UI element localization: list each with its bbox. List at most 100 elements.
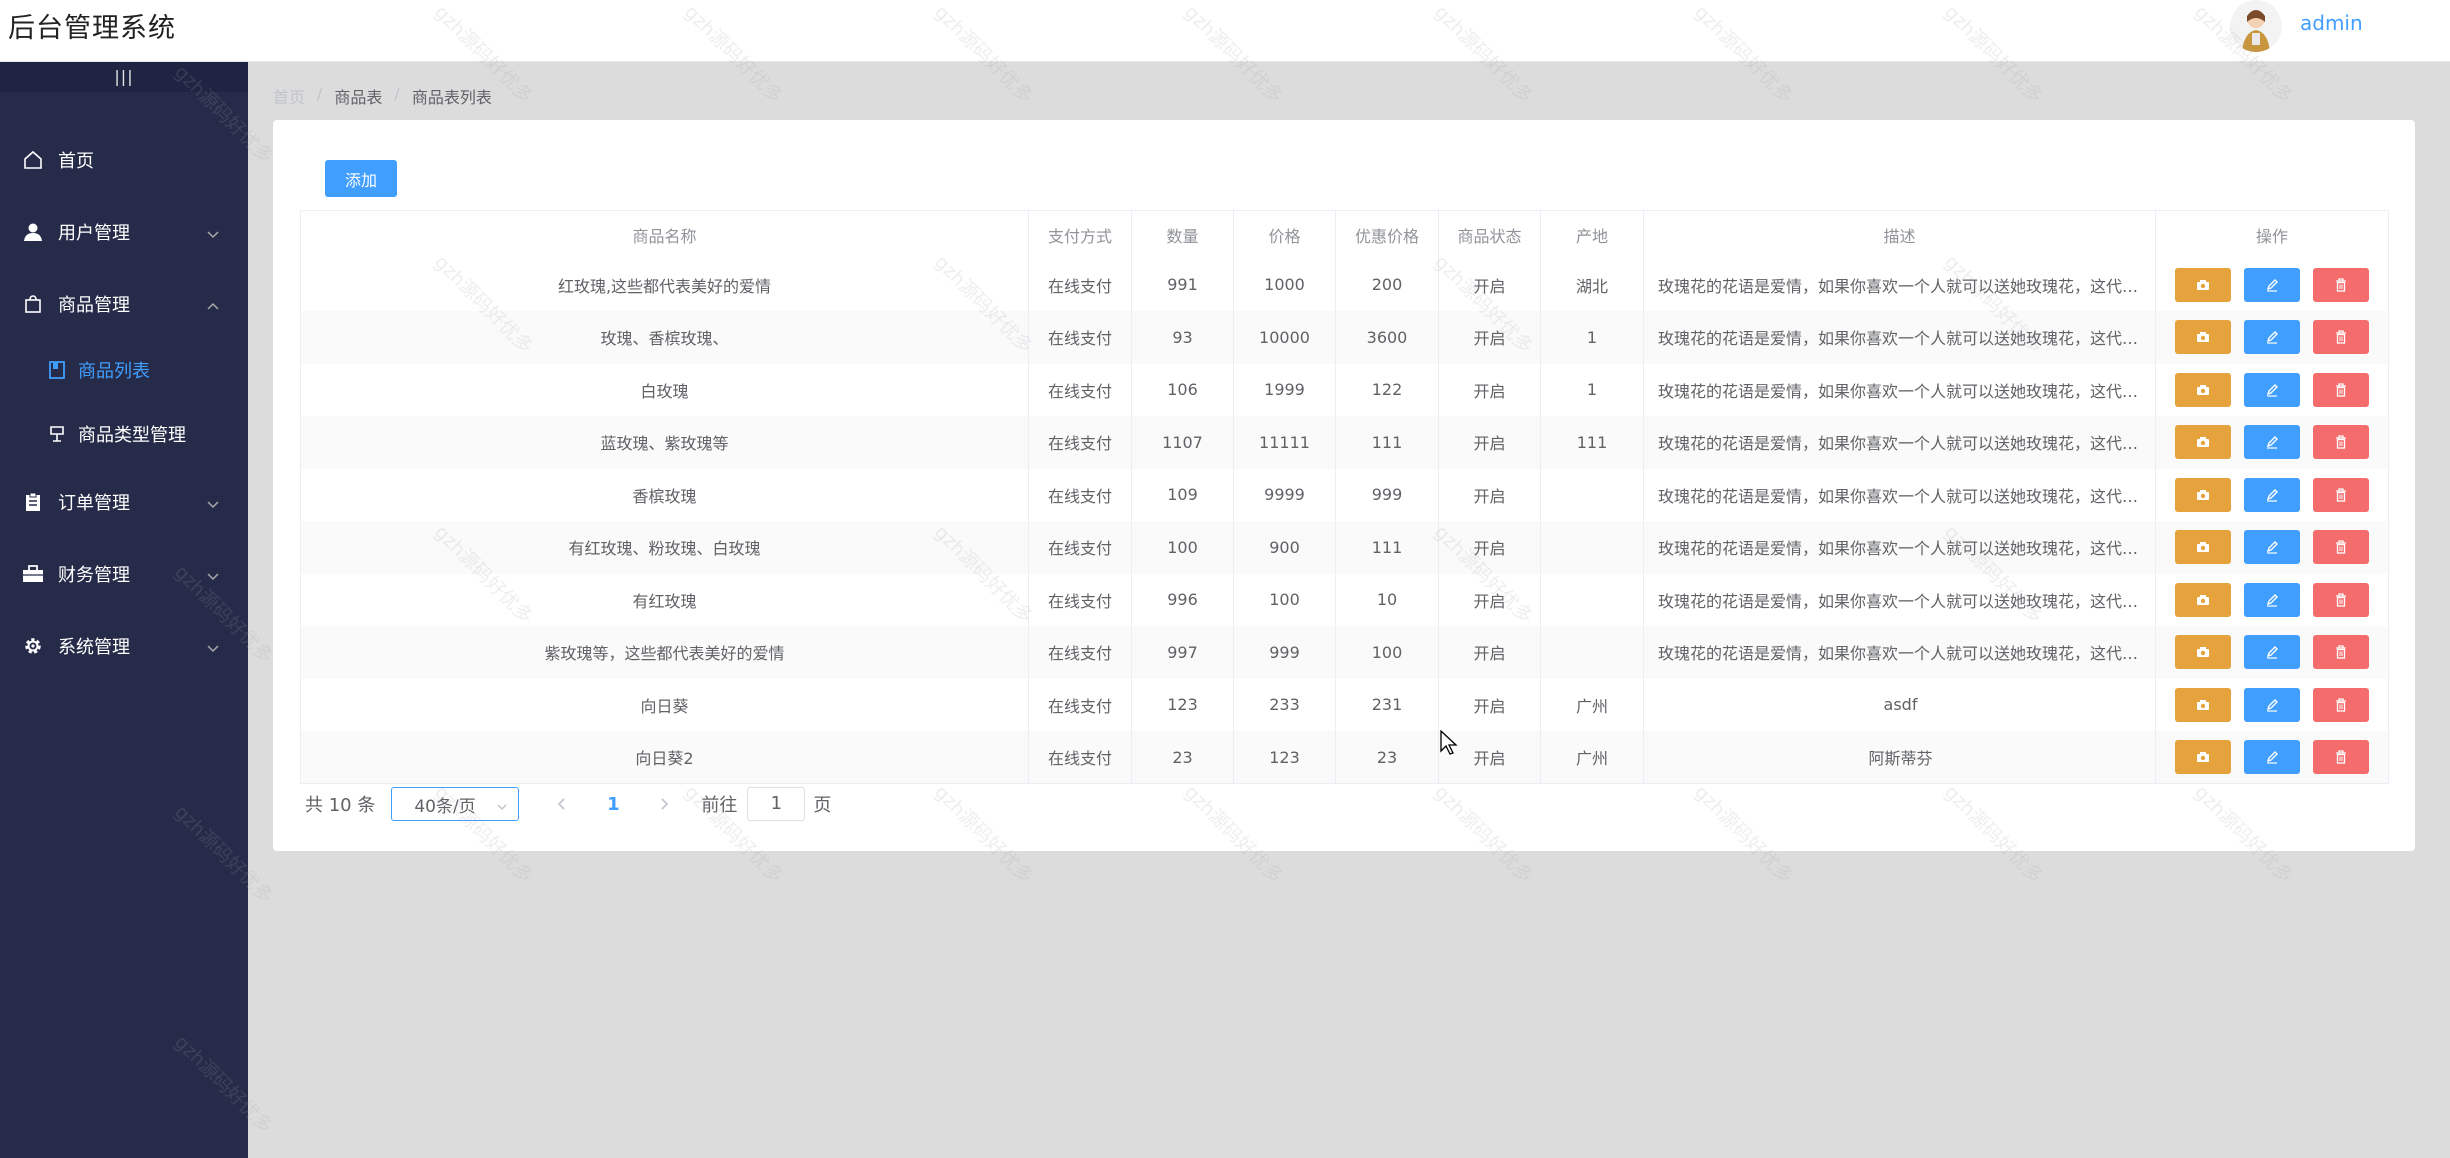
- table-cell: 1: [1540, 311, 1644, 364]
- table-cell: 广州: [1540, 678, 1644, 731]
- edit-button[interactable]: [2244, 635, 2300, 670]
- column-header[interactable]: 商品状态: [1438, 210, 1541, 259]
- sidebar-item-product-types[interactable]: 商品类型管理: [0, 404, 248, 464]
- pencil-icon: [2266, 593, 2278, 607]
- view-button[interactable]: [2175, 687, 2231, 722]
- camera-icon: [2197, 489, 2209, 500]
- table-cell: [1540, 573, 1644, 626]
- view-button[interactable]: [2175, 635, 2231, 670]
- delete-button[interactable]: [2313, 320, 2369, 355]
- table-row: 向日葵 在线支付 123 233 231 开启 广州 asdf: [300, 678, 2389, 731]
- user-name[interactable]: admin: [2300, 11, 2363, 35]
- book-icon: [46, 359, 68, 381]
- table-cell: 玫瑰花的花语是爱情，如果你喜欢一个人就可以送她玫瑰花，这代表...: [1643, 468, 2156, 521]
- table-cell: 1: [1540, 363, 1644, 416]
- edit-button[interactable]: [2244, 687, 2300, 722]
- table-cell: 开启: [1438, 678, 1541, 731]
- edit-button[interactable]: [2244, 530, 2300, 565]
- collapse-toggle[interactable]: |||: [0, 62, 248, 92]
- table-cell: 23: [1335, 731, 1439, 784]
- chevron-up-icon: [206, 296, 220, 317]
- view-button[interactable]: [2175, 320, 2231, 355]
- view-button[interactable]: [2175, 582, 2231, 617]
- column-header[interactable]: 描述: [1643, 210, 2156, 259]
- trash-icon: [2336, 540, 2346, 554]
- table-cell: 蓝玫瑰、紫玫瑰等: [300, 416, 1029, 469]
- column-header[interactable]: 数量: [1131, 210, 1234, 259]
- delete-button[interactable]: [2313, 740, 2369, 774]
- table-row: 香槟玫瑰 在线支付 109 9999 999 开启 玫瑰花的花语是爱情，如果你喜欢一个人就可…: [300, 468, 2389, 521]
- prev-page-button[interactable]: [547, 797, 577, 811]
- pagination-total: 共 10 条: [305, 795, 376, 816]
- view-button[interactable]: [2175, 530, 2231, 565]
- column-header[interactable]: 商品名称: [300, 210, 1029, 259]
- table-cell: 109: [1131, 468, 1234, 521]
- table-cell: 在线支付: [1028, 731, 1132, 784]
- edit-button[interactable]: [2244, 740, 2300, 774]
- delete-button[interactable]: [2313, 635, 2369, 670]
- delete-button[interactable]: [2313, 477, 2369, 512]
- add-button[interactable]: 添加: [325, 160, 397, 197]
- breadcrumb-home[interactable]: 首页: [273, 84, 305, 108]
- delete-button[interactable]: [2313, 372, 2369, 407]
- edit-button[interactable]: [2244, 372, 2300, 407]
- table-cell: 999: [1335, 468, 1439, 521]
- sidebar-item-orders[interactable]: 订单管理: [0, 472, 248, 532]
- page-number-current[interactable]: 1: [593, 794, 633, 815]
- table-cell: 向日葵2: [300, 731, 1029, 784]
- sidebar-item-product-list[interactable]: 商品列表: [0, 340, 248, 400]
- delete-button[interactable]: [2313, 582, 2369, 617]
- column-header[interactable]: 优惠价格: [1335, 210, 1439, 259]
- table-cell: 开启: [1438, 521, 1541, 574]
- table-cell: 996: [1131, 573, 1234, 626]
- sidebar-item-system[interactable]: 系统管理: [0, 616, 248, 676]
- sidebar-item-users[interactable]: 用户管理: [0, 202, 248, 262]
- view-button[interactable]: [2175, 740, 2231, 774]
- edit-button[interactable]: [2244, 477, 2300, 512]
- sidebar-item-finance[interactable]: 财务管理: [0, 544, 248, 604]
- sidebar-item-products[interactable]: 商品管理: [0, 274, 248, 334]
- goto-page-input[interactable]: 1: [747, 787, 806, 821]
- home-icon: [22, 149, 44, 171]
- edit-button[interactable]: [2244, 582, 2300, 617]
- lamp-icon: [46, 423, 68, 445]
- table-cell: [1540, 521, 1644, 574]
- camera-icon: [2197, 542, 2209, 553]
- column-header[interactable]: 操作: [2155, 210, 2389, 259]
- column-header[interactable]: 价格: [1233, 210, 1336, 259]
- delete-button[interactable]: [2313, 267, 2369, 302]
- page-size-value: 40条/页: [414, 796, 476, 817]
- pencil-icon: [2266, 751, 2278, 764]
- view-button[interactable]: [2175, 477, 2231, 512]
- app-title: 后台管理系统: [8, 13, 176, 44]
- edit-button[interactable]: [2244, 425, 2300, 460]
- table-cell: 开启: [1438, 416, 1541, 469]
- edit-button[interactable]: [2244, 320, 2300, 355]
- sidebar-item-home[interactable]: 首页: [0, 130, 248, 190]
- delete-button[interactable]: [2313, 687, 2369, 722]
- chevron-down-icon: [496, 798, 508, 818]
- view-button[interactable]: [2175, 425, 2231, 460]
- user-avatar[interactable]: [2230, 0, 2282, 52]
- table-row: 有红玫瑰、粉玫瑰、白玫瑰 在线支付 100 900 111 开启 玫瑰花的花语是爱情，如果你…: [300, 521, 2389, 574]
- next-page-button[interactable]: [649, 797, 679, 811]
- table-cell: 香槟玫瑰: [300, 468, 1029, 521]
- table-cell: 开启: [1438, 363, 1541, 416]
- table-cell: 在线支付: [1028, 573, 1132, 626]
- table-cell: 100: [1335, 626, 1439, 679]
- camera-icon: [2197, 752, 2209, 762]
- view-button[interactable]: [2175, 267, 2231, 302]
- delete-button[interactable]: [2313, 425, 2369, 460]
- breadcrumb-products[interactable]: 商品表: [334, 84, 382, 108]
- table-cell: 在线支付: [1028, 416, 1132, 469]
- table-cell: 93: [1131, 311, 1234, 364]
- delete-button[interactable]: [2313, 530, 2369, 565]
- column-header[interactable]: 产地: [1540, 210, 1644, 259]
- row-actions: [2156, 259, 2389, 312]
- view-button[interactable]: [2175, 372, 2231, 407]
- page-size-select[interactable]: 40条/页: [391, 787, 520, 821]
- table-cell: 900: [1233, 521, 1336, 574]
- table-row: 有红玫瑰 在线支付 996 100 10 开启 玫瑰花的花语是爱情，如果你喜欢一个人就可以送…: [300, 573, 2389, 626]
- edit-button[interactable]: [2244, 267, 2300, 302]
- column-header[interactable]: 支付方式: [1028, 210, 1132, 259]
